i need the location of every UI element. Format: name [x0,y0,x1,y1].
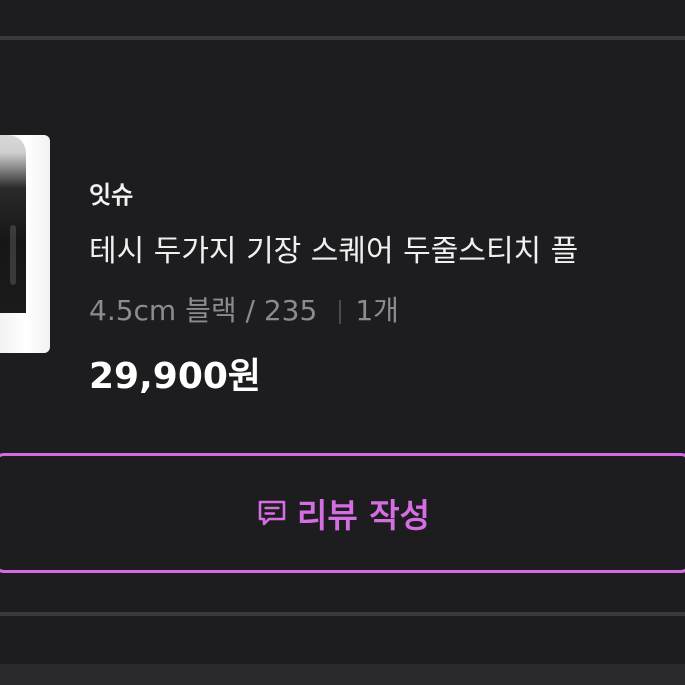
speech-bubble-icon [255,496,289,530]
next-section-edge [0,664,685,685]
option-separator [339,300,342,324]
product-thumbnail[interactable]: 255 [0,135,50,353]
boot-shine [10,225,16,285]
product-name[interactable]: 테시 두가지 기장 스퀘어 두줄스티치 플 [89,226,578,270]
write-review-content: 리뷰 작성 [255,489,430,537]
write-review-label: 리뷰 작성 [297,496,430,535]
write-review-button[interactable]: 리뷰 작성 [0,453,685,573]
order-history-page: 255 잇슈 테시 두가지 기장 스퀘어 두줄스티치 플 4.5cm 블랙 / … [0,0,685,685]
quantity-text: 1개 [355,294,399,327]
boot-image [0,135,26,313]
section-divider [0,36,685,40]
option-row: 4.5cm 블랙 / 235 1개 [89,289,399,329]
section-divider [0,612,685,616]
option-text: 4.5cm 블랙 / 235 [89,294,318,327]
price: 29,900원 [89,356,262,397]
brand-name[interactable]: 잇슈 [89,175,133,210]
